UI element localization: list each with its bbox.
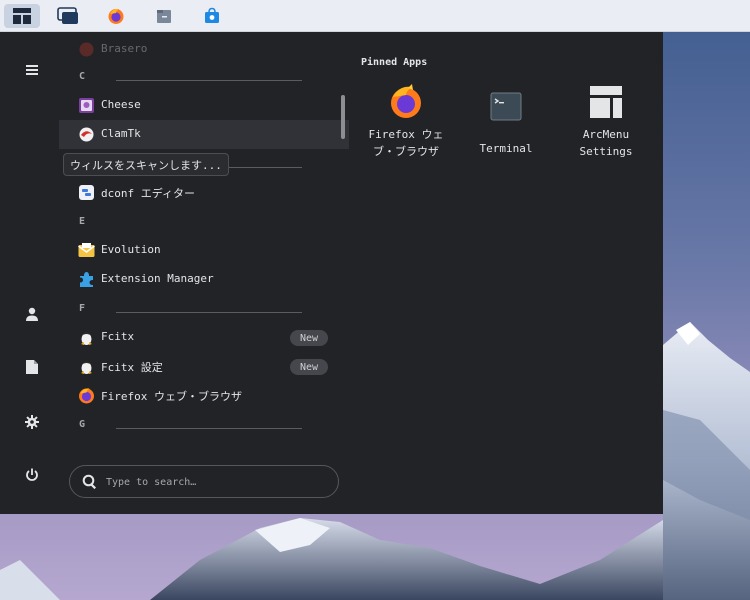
document-icon (26, 360, 38, 374)
shopping-bag-icon (205, 7, 219, 23)
new-badge: New (290, 330, 328, 346)
app-list: Brasero C Cheese ClamTk dconf エディター E Ev… (59, 32, 349, 452)
pinned-label-line2: Settings (579, 145, 633, 158)
arcmenu-popup: Brasero C Cheese ClamTk dconf エディター E Ev… (0, 32, 663, 514)
power-icon (26, 468, 38, 481)
top-panel (0, 0, 750, 32)
list-item-clamtk[interactable]: ClamTk (59, 120, 349, 149)
firefox-icon (108, 8, 124, 24)
user-button[interactable] (19, 301, 45, 327)
cheese-icon (79, 98, 94, 113)
app-label: Firefox ウェブ・ブラウザ (101, 390, 242, 403)
disc-burner-icon (79, 42, 94, 57)
list-item-brasero[interactable]: Brasero (59, 35, 349, 64)
mail-icon (78, 243, 95, 257)
app-tooltip: ウィルスをスキャンします... (63, 153, 229, 176)
app-label: Extension Manager (101, 272, 214, 285)
windows-icon (57, 7, 78, 24)
firefox-icon (79, 388, 94, 404)
penguin-icon (81, 361, 92, 374)
section-divider (116, 80, 302, 81)
list-item-dconf-editor[interactable]: dconf エディター (59, 178, 349, 207)
app-label: Brasero (101, 42, 148, 55)
file-cabinet-icon (157, 10, 171, 23)
firefox-launcher[interactable] (98, 4, 134, 28)
app-label: ClamTk (101, 127, 141, 140)
app-label: Fcitx 設定 (101, 361, 163, 374)
gear-icon (25, 415, 39, 429)
app-label: dconf エディター (101, 187, 195, 200)
arcmenu-button[interactable] (4, 4, 40, 28)
pinned-firefox[interactable]: Firefox ウェ ブ・ブラウザ (360, 82, 452, 168)
documents-button[interactable] (19, 354, 45, 380)
software-launcher[interactable] (194, 4, 230, 28)
app-label: Evolution (101, 243, 161, 256)
section-header-c: C (79, 71, 86, 82)
dconf-editor-icon (79, 185, 94, 200)
arcmenu-layout-icon (590, 86, 622, 118)
section-divider (116, 428, 302, 429)
pinned-terminal[interactable]: Terminal (460, 82, 552, 168)
side-rail (0, 32, 62, 514)
pinned-label-line1: Terminal (479, 142, 533, 155)
hamburger-menu-button[interactable] (19, 57, 45, 83)
section-divider (116, 312, 302, 313)
pinned-label-line1: ArcMenu (582, 128, 630, 141)
pinned-apps-title: Pinned Apps (361, 57, 428, 68)
arcmenu-layout-icon (13, 8, 31, 24)
list-item-cheese[interactable]: Cheese (59, 91, 349, 120)
list-item-evolution[interactable]: Evolution (59, 236, 349, 265)
clamtk-icon (79, 127, 94, 142)
files-launcher[interactable] (146, 4, 182, 28)
firefox-icon (391, 84, 421, 118)
pinned-arcmenu-settings[interactable]: ArcMenu Settings (560, 82, 652, 168)
section-header-f: F (79, 303, 86, 314)
user-icon (26, 307, 38, 321)
list-item-firefox[interactable]: Firefox ウェブ・ブラウザ (59, 381, 349, 410)
list-item-fcitx[interactable]: Fcitx New (59, 323, 349, 352)
list-item-fcitx-settings[interactable]: Fcitx 設定 New (59, 352, 349, 381)
penguin-icon (81, 332, 92, 345)
list-item-extension-manager[interactable]: Extension Manager (59, 265, 349, 294)
app-list-scrollbar[interactable] (341, 95, 345, 139)
new-badge: New (290, 359, 328, 375)
app-label: Cheese (101, 98, 141, 111)
section-header-g: G (79, 419, 86, 430)
workspaces-button[interactable] (50, 4, 86, 28)
pinned-label-line2: ブ・ブラウザ (373, 145, 439, 158)
power-button[interactable] (19, 462, 45, 488)
search-input[interactable] (106, 473, 326, 491)
section-header-e: E (79, 216, 86, 227)
search-icon (82, 474, 96, 490)
app-label: Fcitx (101, 330, 135, 343)
pinned-label-line1: Firefox ウェ (368, 128, 444, 141)
settings-button[interactable] (19, 409, 45, 435)
puzzle-piece-icon (80, 272, 93, 287)
search-box[interactable] (69, 465, 339, 498)
hamburger-menu-icon (26, 65, 38, 75)
terminal-icon (490, 92, 522, 121)
